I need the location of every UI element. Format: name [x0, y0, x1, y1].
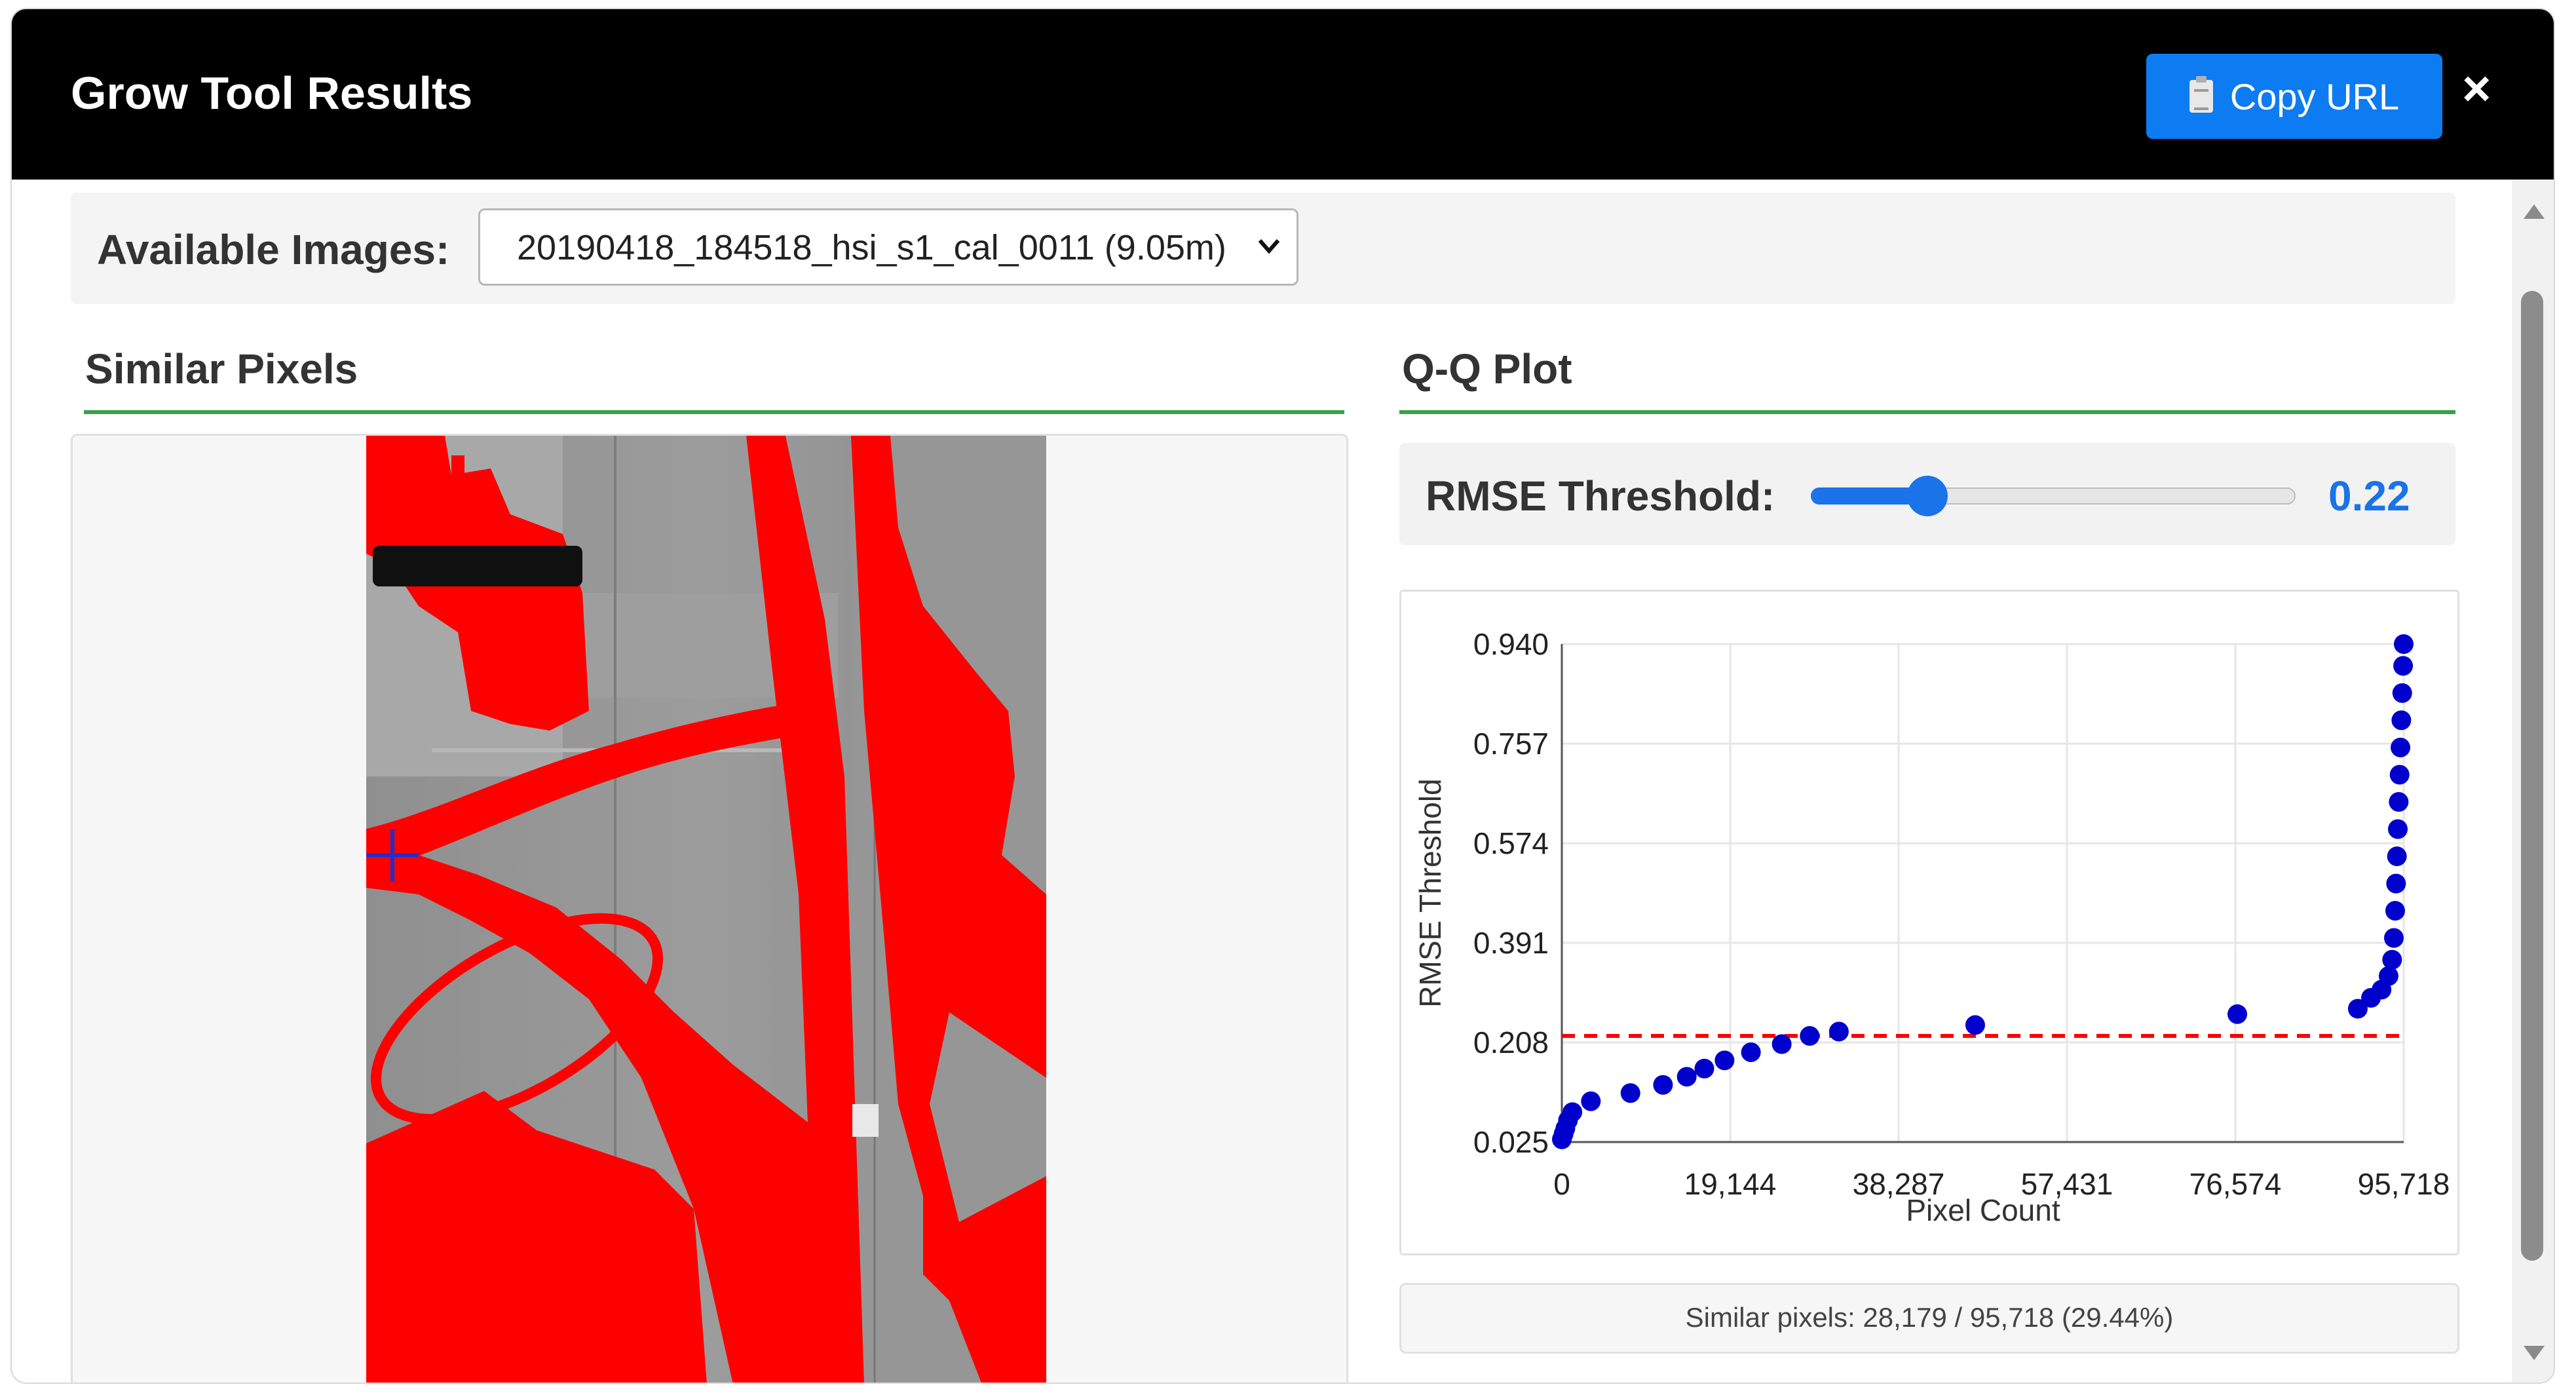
similar-pixels-panel	[71, 434, 1348, 1383]
data-point	[2387, 846, 2407, 866]
data-point	[1694, 1058, 1714, 1078]
dialog-title: Grow Tool Results	[71, 67, 473, 119]
data-point	[2391, 737, 2411, 757]
similar-pixels-divider	[84, 410, 1344, 414]
data-point	[1563, 1102, 1583, 1122]
y-tick-label: 0.391	[1473, 926, 1549, 960]
data-point	[1828, 1021, 1849, 1042]
data-point	[1771, 1034, 1792, 1054]
data-point	[2383, 928, 2404, 948]
data-point	[1653, 1075, 1673, 1095]
slider-handle[interactable]	[1906, 476, 1948, 516]
similar-pixels-status: Similar pixels: 28,179 / 95,718 (29.44%)	[1399, 1283, 2459, 1354]
x-tick-label: 76,574	[2189, 1167, 2282, 1201]
data-point	[2389, 792, 2409, 812]
similar-pixels-map	[366, 436, 1046, 1383]
rmse-threshold-bar: RMSE Threshold: 0.22	[1399, 443, 2455, 545]
image-select-value: 20190418_184518_hsi_s1_cal_0011 (9.05m)	[517, 228, 1226, 267]
similar-pixels-title: Similar Pixels	[85, 345, 358, 392]
similar-pixels-image[interactable]	[366, 436, 1046, 1383]
scroll-down-icon[interactable]	[2524, 1346, 2545, 1360]
y-tick-label: 0.025	[1473, 1125, 1549, 1159]
dialog-body: Available Images: 20190418_184518_hsi_s1…	[12, 180, 2554, 1383]
qq-plot-chart: 0 19,144 38,287 57,431 76,574 95,7180.9400.75…	[1413, 627, 2450, 1227]
data-point	[2227, 1004, 2248, 1024]
scrollbar-thumb[interactable]	[2521, 291, 2543, 1261]
y-tick-label: 0.574	[1473, 826, 1549, 860]
data-point	[1676, 1067, 1697, 1087]
copy-url-button[interactable]: Copy URL	[2146, 54, 2442, 139]
y-tick-label: 0.757	[1473, 727, 1549, 761]
y-tick-label: 0.940	[1473, 627, 1549, 661]
data-point	[2393, 656, 2414, 676]
rmse-threshold-label: RMSE Threshold:	[1426, 472, 1775, 520]
grow-tool-dialog: Grow Tool Results Copy URL × Available I…	[12, 9, 2554, 1383]
available-images-label: Available Images:	[97, 226, 450, 273]
data-point	[2388, 819, 2408, 839]
vertical-scrollbar[interactable]	[2512, 180, 2554, 1383]
y-tick-label: 0.208	[1473, 1025, 1549, 1059]
x-tick-label: 19,144	[1684, 1167, 1777, 1201]
data-point	[2391, 710, 2412, 731]
data-point	[1965, 1015, 1985, 1035]
data-point	[2385, 900, 2406, 921]
data-point	[1741, 1042, 1761, 1062]
dialog-header: Grow Tool Results Copy URL ×	[12, 9, 2554, 180]
copy-url-label: Copy URL	[2229, 75, 2400, 117]
data-point	[2394, 634, 2414, 654]
x-axis-label: Pixel Count	[1906, 1193, 2060, 1227]
data-point	[1581, 1091, 1601, 1111]
qq-plot-title: Q-Q Plot	[1402, 345, 1572, 392]
close-icon[interactable]: ×	[2462, 64, 2491, 114]
data-point	[2378, 966, 2398, 986]
data-point	[2382, 949, 2402, 970]
x-tick-label: 95,718	[2358, 1167, 2450, 1201]
image-select[interactable]: 20190418_184518_hsi_s1_cal_0011 (9.05m)	[478, 208, 1298, 286]
available-images-bar: Available Images: 20190418_184518_hsi_s1…	[71, 193, 2455, 304]
qq-plot-divider	[1399, 410, 2455, 414]
clipboard-icon	[2189, 76, 2213, 113]
data-point	[2386, 873, 2406, 894]
chevron-down-icon	[1258, 239, 1280, 254]
data-point	[1800, 1026, 1820, 1046]
data-point	[1620, 1083, 1640, 1103]
data-point	[2392, 683, 2412, 703]
data-point	[2389, 765, 2410, 785]
x-tick-label: 0	[1553, 1167, 1570, 1201]
rmse-threshold-value: 0.22	[2328, 472, 2410, 520]
scroll-up-icon[interactable]	[2524, 204, 2545, 219]
y-axis-label: RMSE Threshold	[1413, 778, 1447, 1007]
rmse-threshold-slider[interactable]	[1811, 476, 2296, 516]
qq-plot-panel: 0 19,144 38,287 57,431 76,574 95,718 0.940 0.75…	[1399, 590, 2459, 1255]
data-point	[1714, 1050, 1735, 1071]
